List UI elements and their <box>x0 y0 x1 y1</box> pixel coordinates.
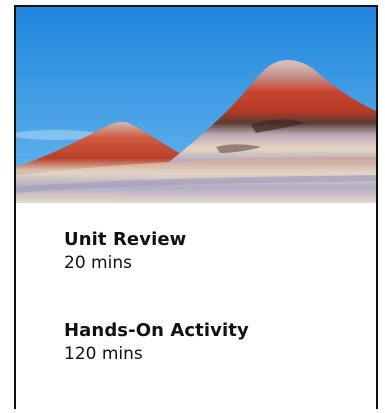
item-duration: 20 mins <box>64 253 132 273</box>
hero-image <box>16 7 376 203</box>
painted-hills-image <box>16 7 376 203</box>
item-duration: 120 mins <box>64 344 143 364</box>
item-title: Unit Review <box>64 229 187 250</box>
lesson-card[interactable]: Unit Review 20 mins Hands-On Activity 12… <box>14 5 378 409</box>
list-item[interactable]: Unit Review 20 mins <box>64 229 186 274</box>
item-title: Hands-On Activity <box>64 320 249 341</box>
list-item[interactable]: Hands-On Activity 120 mins <box>64 320 249 365</box>
